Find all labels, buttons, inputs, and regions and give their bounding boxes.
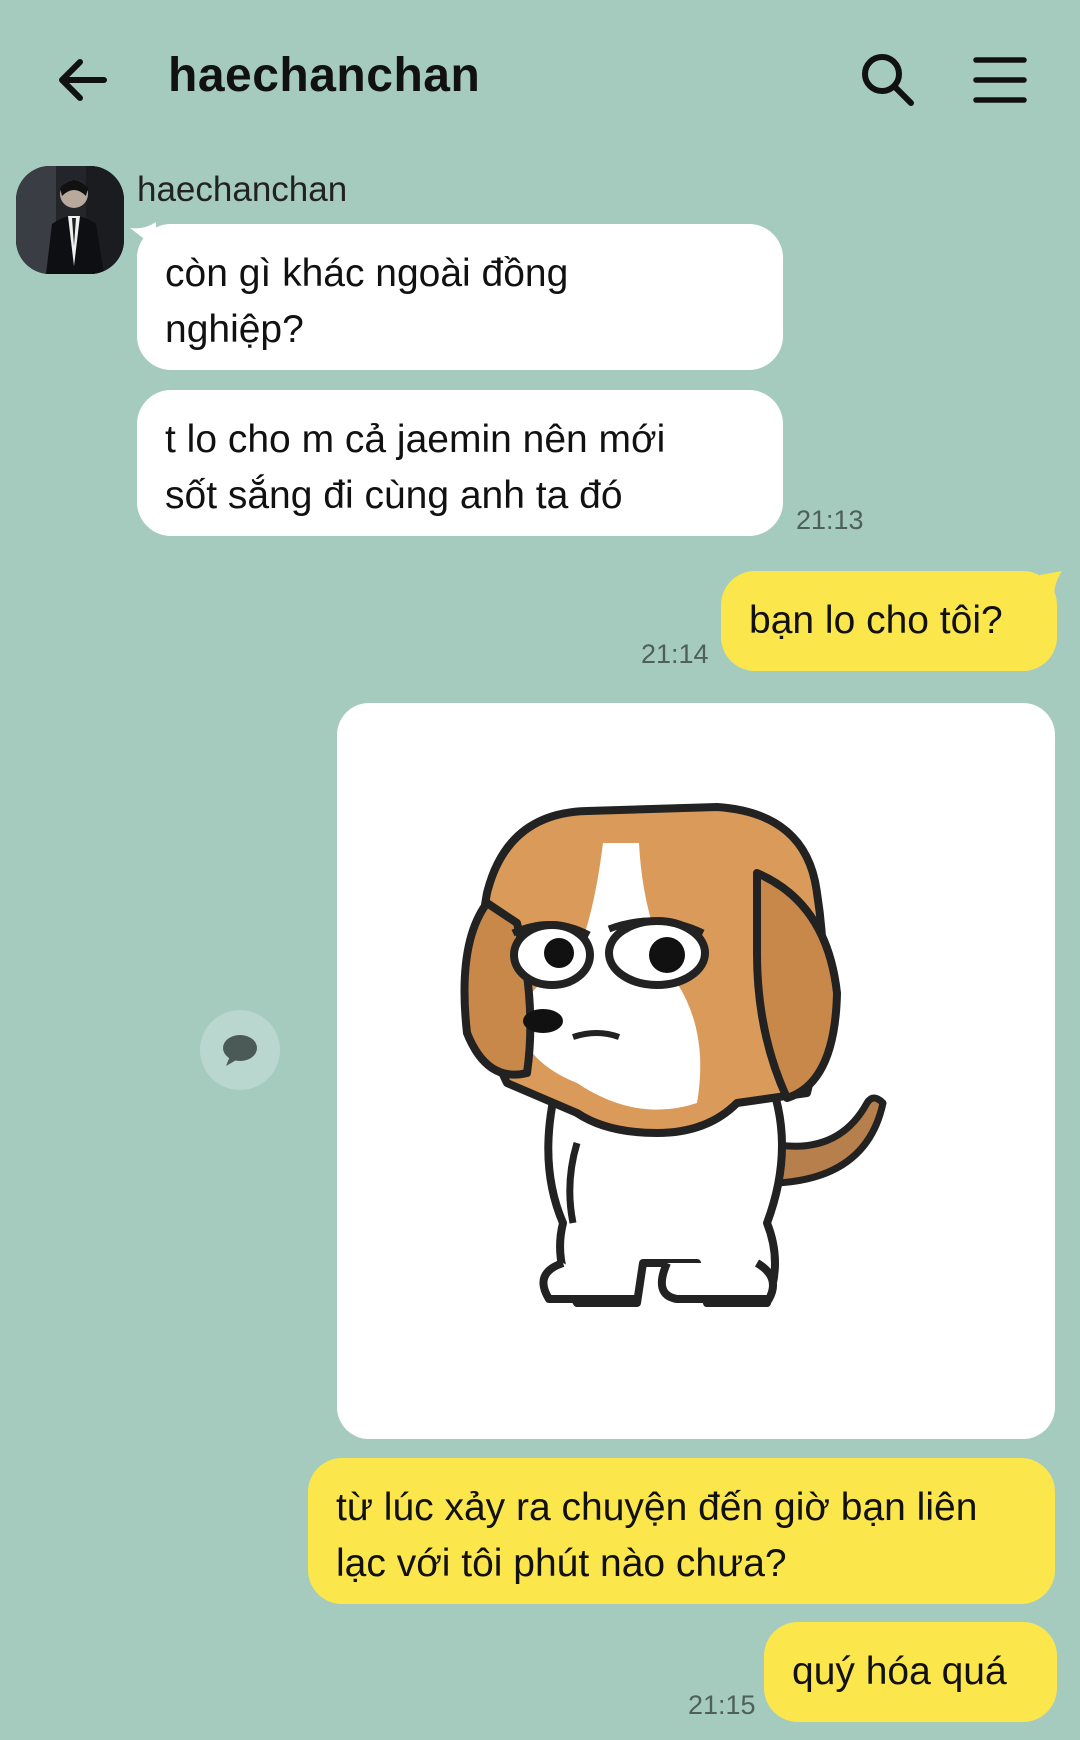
message-timestamp: 21:13 [796,505,864,535]
outgoing-message-3[interactable]: quý hóa quá [764,1622,1057,1722]
message-text: quý hóa quá [792,1650,1007,1693]
back-button[interactable] [52,50,112,110]
dog-sticker[interactable] [337,703,1055,1439]
beagle-sticker-image [460,803,887,1307]
sender-avatar[interactable] [16,166,124,274]
message-text: còn gì khác ngoài đồng nghiệp? [165,252,569,351]
avatar-photo [16,166,124,274]
chat-title: haechanchan [168,49,481,102]
message-text: bạn lo cho tôi? [749,599,1003,642]
search-button[interactable] [858,50,918,110]
outgoing-message-1[interactable]: bạn lo cho tôi? [721,571,1057,671]
message-text: t lo cho m cả jaemin nên mới sốt sắng đi… [165,418,666,517]
hamburger-menu-icon [973,57,1027,103]
chat-header: haechanchan [0,0,1080,160]
message-text: từ lúc xảy ra chuyện đến giờ bạn liên lạ… [336,1486,978,1585]
message-timestamp: 21:14 [641,639,709,669]
incoming-message-1[interactable]: còn gì khác ngoài đồng nghiệp? [137,224,783,370]
speech-bubble-icon [223,1035,257,1066]
menu-button[interactable] [972,52,1028,108]
search-icon [862,54,914,106]
outgoing-message-2[interactable]: từ lúc xảy ra chuyện đến giờ bạn liên lạ… [308,1458,1055,1604]
reply-button[interactable] [200,1010,280,1090]
incoming-message-2[interactable]: t lo cho m cả jaemin nên mới sốt sắng đi… [137,390,783,536]
sender-name: haechanchan [137,170,348,209]
arrow-left-icon [59,59,107,101]
message-timestamp: 21:15 [688,1690,756,1720]
outgoing-bubble-tail [1040,571,1062,597]
